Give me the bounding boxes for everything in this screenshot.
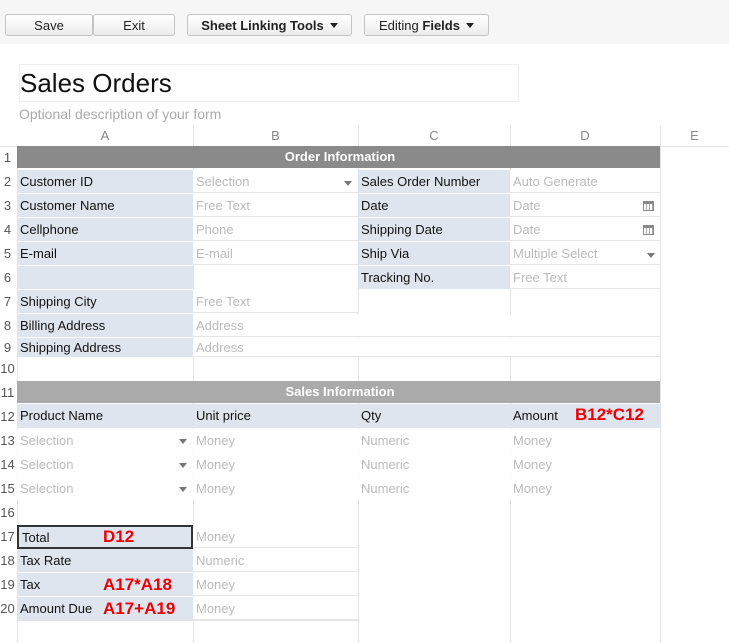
date-field[interactable]: Date (510, 194, 660, 217)
product-name-header: Product Name (17, 404, 193, 428)
amount-due-formula: A17+A19 (103, 599, 176, 618)
total-formula: D12 (103, 527, 135, 546)
form-title[interactable]: Sales Orders (19, 64, 519, 102)
shipping-city-field[interactable]: Free Text (193, 290, 358, 313)
sales-information-header: Sales Information (17, 381, 660, 403)
date-label: Date (358, 194, 510, 217)
calendar-icon[interactable] (643, 225, 654, 235)
customer-name-label: Customer Name (17, 194, 193, 217)
line-item-price[interactable]: Money (193, 453, 358, 476)
sales-order-number-field[interactable]: Auto Generate (510, 170, 660, 193)
qty-header: Qty (358, 404, 510, 428)
column-header-e[interactable]: E (660, 126, 729, 146)
shipping-date-field[interactable]: Date (510, 218, 660, 241)
tracking-no-label: Tracking No. (358, 266, 510, 289)
exit-button[interactable]: Exit (93, 14, 175, 36)
row-header[interactable]: 18 (0, 553, 15, 568)
billing-address-label: Billing Address (17, 314, 193, 337)
chevron-down-icon (329, 23, 338, 29)
chevron-down-icon[interactable] (647, 253, 655, 258)
line-item-product-select[interactable]: Selection (17, 453, 193, 476)
row-header[interactable]: 16 (0, 505, 15, 520)
row-header[interactable]: 3 (0, 198, 15, 213)
customer-name-field[interactable]: Free Text (193, 194, 358, 217)
chevron-down-icon[interactable] (179, 439, 187, 444)
grid-line (660, 126, 661, 643)
customer-id-select[interactable]: Selection (193, 170, 358, 193)
tax-rate-field[interactable]: Numeric (193, 549, 358, 572)
row-header[interactable]: 8 (0, 318, 15, 333)
row-header[interactable]: 13 (0, 433, 15, 448)
line-item-product-select[interactable]: Selection (17, 429, 193, 452)
ship-via-label: Ship Via (358, 242, 510, 265)
row-header[interactable]: 12 (0, 409, 15, 424)
row-header[interactable]: 19 (0, 577, 15, 592)
chevron-down-icon[interactable] (179, 463, 187, 468)
line-item-qty[interactable]: Numeric (358, 429, 510, 452)
billing-address-field[interactable]: Address (193, 314, 660, 337)
row-header[interactable]: 5 (0, 246, 15, 261)
row-header[interactable]: 17 (0, 529, 15, 544)
form-description[interactable]: Optional description of your form (19, 106, 221, 122)
row-header[interactable]: 15 (0, 481, 15, 496)
row-header[interactable]: 20 (0, 601, 15, 616)
order-information-header: Order Information (17, 146, 660, 168)
editing-prefix: Editing (379, 18, 419, 33)
sheet-linking-label: Sheet Linking Tools (201, 18, 324, 33)
amount-formula: B12*C12 (575, 405, 644, 424)
save-button[interactable]: Save (5, 14, 93, 36)
row-header[interactable]: 6 (0, 270, 15, 285)
shipping-address-field[interactable]: Address (193, 338, 660, 357)
row-header[interactable]: 14 (0, 457, 15, 472)
tax-rate-label: Tax Rate (17, 549, 193, 572)
line-item-qty[interactable]: Numeric (358, 477, 510, 500)
line-item-product-select[interactable]: Selection (17, 477, 193, 500)
tax-field[interactable]: Money (193, 573, 358, 596)
sales-order-number-label: Sales Order Number (358, 170, 510, 193)
toolbar: Save Exit Sheet Linking Tools Editing Fi… (0, 0, 729, 44)
email-field[interactable]: E-mail (193, 242, 358, 265)
tax-formula: A17*A18 (103, 575, 172, 594)
shipping-address-label: Shipping Address (17, 338, 193, 357)
total-field[interactable]: Money (193, 525, 358, 548)
grid-line (17, 620, 360, 621)
chevron-down-icon (465, 23, 474, 29)
column-header-a[interactable]: A (17, 126, 193, 146)
row-header[interactable]: 9 (0, 340, 15, 355)
row-header[interactable]: 2 (0, 174, 15, 189)
customer-id-label: Customer ID (17, 170, 193, 193)
line-item-price[interactable]: Money (193, 429, 358, 452)
shipping-date-label: Shipping Date (358, 218, 510, 241)
line-item-price[interactable]: Money (193, 477, 358, 500)
editing-bold: Fields (422, 18, 460, 33)
row-header[interactable]: 11 (0, 385, 15, 400)
column-header-b[interactable]: B (193, 126, 358, 146)
line-item-amount[interactable]: Money (510, 453, 660, 476)
ship-via-multiselect[interactable]: Multiple Select (510, 242, 660, 265)
sheet-linking-tools-button[interactable]: Sheet Linking Tools (187, 14, 352, 36)
line-item-amount[interactable]: Money (510, 477, 660, 500)
row-header[interactable]: 4 (0, 222, 15, 237)
tracking-no-field[interactable]: Free Text (510, 266, 660, 289)
amount-due-field[interactable]: Money (193, 597, 358, 620)
line-item-qty[interactable]: Numeric (358, 453, 510, 476)
chevron-down-icon[interactable] (179, 487, 187, 492)
line-item-amount[interactable]: Money (510, 429, 660, 452)
email-label: E-mail (17, 242, 193, 265)
calendar-icon[interactable] (643, 201, 654, 211)
empty-label-cell (17, 266, 193, 289)
column-header-c[interactable]: C (358, 126, 510, 146)
row-header[interactable]: 10 (0, 361, 15, 376)
shipping-city-label: Shipping City (17, 290, 193, 313)
cellphone-field[interactable]: Phone (193, 218, 358, 241)
row-header[interactable]: 1 (0, 150, 15, 165)
chevron-down-icon[interactable] (344, 181, 352, 186)
row-header[interactable]: 7 (0, 294, 15, 309)
unit-price-header: Unit price (193, 404, 358, 428)
editing-fields-button[interactable]: Editing Fields (364, 14, 489, 36)
cellphone-label: Cellphone (17, 218, 193, 241)
column-header-d[interactable]: D (510, 126, 660, 146)
